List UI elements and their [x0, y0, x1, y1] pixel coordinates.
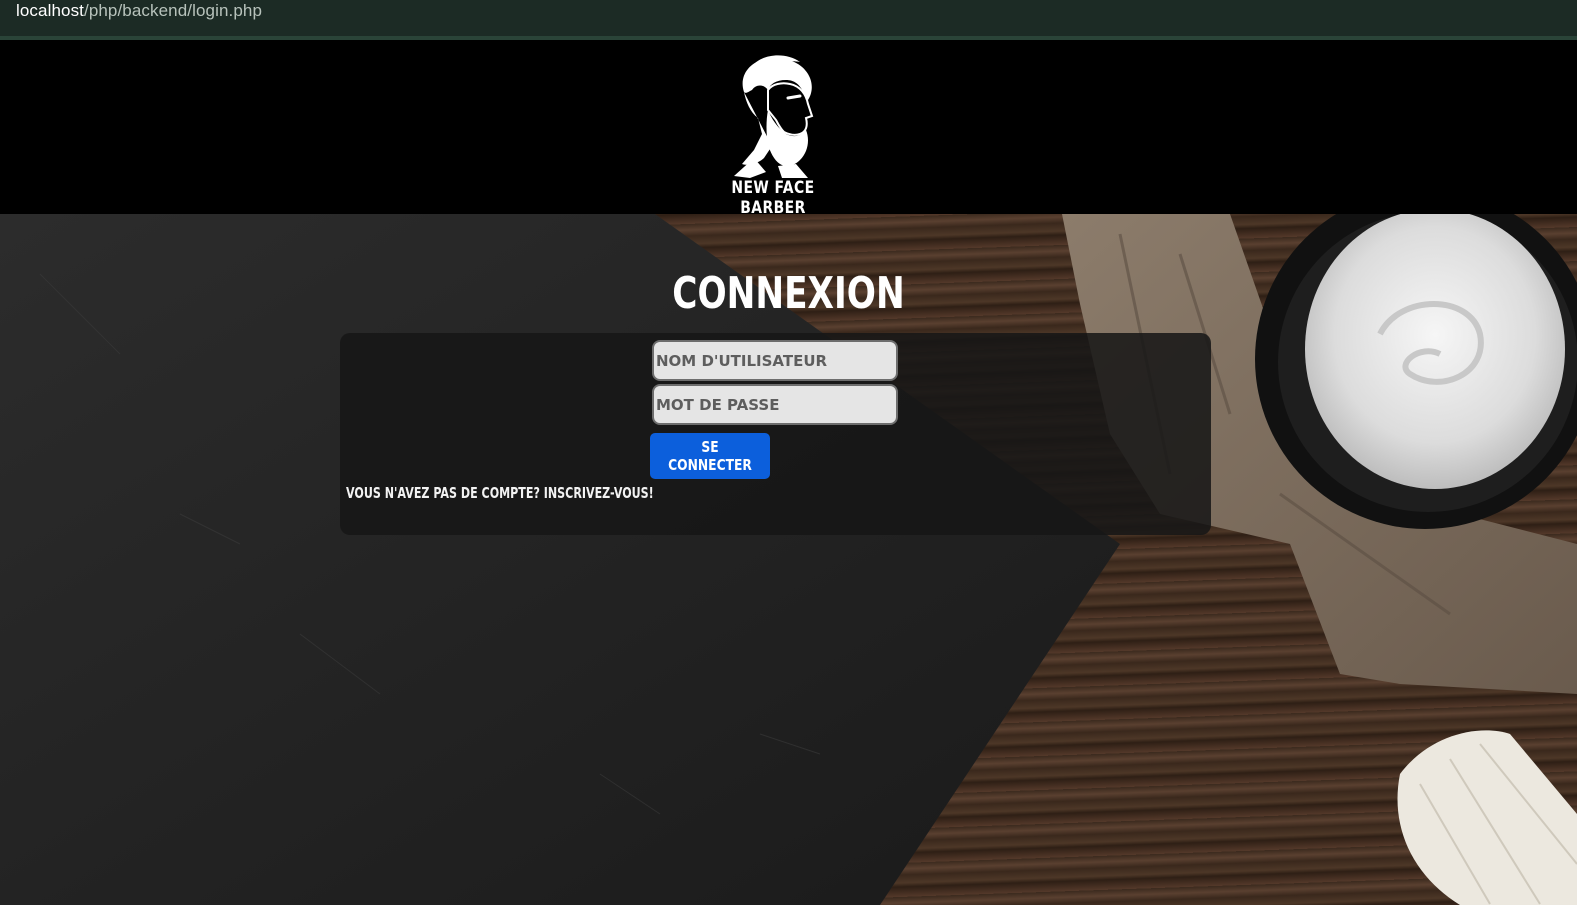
url-text[interactable]: localhost/php/backend/login.php: [16, 1, 262, 21]
url-path: /php/backend/login.php: [84, 1, 263, 20]
browser-url-bar[interactable]: localhost/php/backend/login.php: [0, 0, 1577, 40]
login-button-label: SE CONNECTER: [668, 438, 752, 474]
username-input[interactable]: [652, 340, 898, 381]
signup-link[interactable]: VOUS N'AVEZ PAS DE COMPTE? INSCRIVEZ-VOU…: [346, 484, 654, 502]
site-header: NEW FACE BARBER: [0, 40, 1577, 218]
brand-name: NEW FACE BARBER: [731, 178, 815, 218]
page-title: CONNEXION: [672, 268, 905, 319]
barber-bearded-man-icon: [734, 55, 814, 178]
login-button[interactable]: SE CONNECTER: [650, 433, 770, 479]
password-input[interactable]: [652, 384, 898, 425]
site-logo[interactable]: NEW FACE BARBER: [696, 52, 850, 218]
url-host: localhost: [16, 1, 84, 20]
